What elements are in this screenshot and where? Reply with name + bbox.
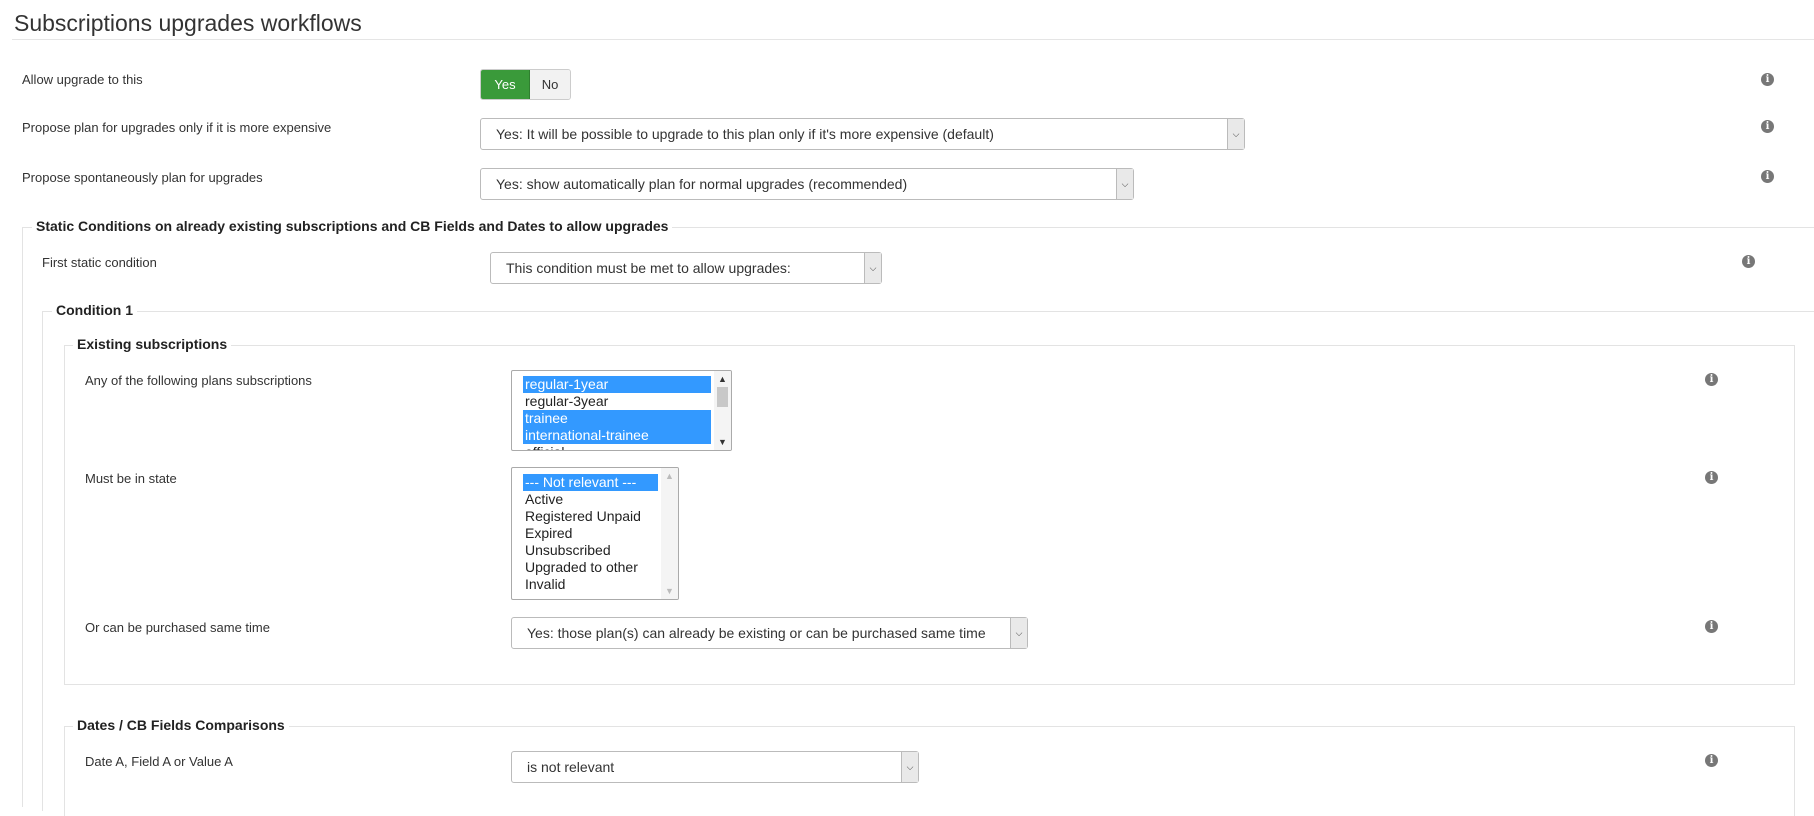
toggle-no-button[interactable]: No	[530, 70, 570, 99]
chevron-down-icon: ⌵	[901, 752, 918, 782]
propose-spontaneous-value: Yes: show automatically plan for normal …	[496, 176, 908, 192]
first-static-condition-label: First static condition	[42, 255, 157, 270]
propose-spontaneous-label: Propose spontaneously plan for upgrades	[22, 170, 263, 185]
info-icon[interactable]: i	[1761, 170, 1774, 183]
date-a-label: Date A, Field A or Value A	[85, 754, 233, 769]
date-a-value: is not relevant	[527, 759, 615, 775]
plans-scrollbar[interactable]: ▲ ▼	[714, 371, 731, 450]
chevron-down-icon: ⌵	[1227, 119, 1244, 149]
dates-comparisons-legend: Dates / CB Fields Comparisons	[73, 717, 289, 733]
info-icon[interactable]: i	[1705, 754, 1718, 767]
info-icon[interactable]: i	[1705, 373, 1718, 386]
listbox-option[interactable]: regular-1year	[523, 376, 711, 393]
listbox-option[interactable]: Active	[523, 491, 658, 508]
scroll-up-arrow: ▲	[665, 471, 674, 481]
chevron-down-icon: ⌵	[1116, 169, 1133, 199]
first-static-condition-select[interactable]: This condition must be met to allow upgr…	[490, 252, 882, 284]
listbox-option[interactable]: regular-3year	[523, 393, 711, 410]
chevron-down-icon: ⌵	[1010, 618, 1027, 648]
scroll-thumb[interactable]	[717, 387, 728, 407]
allow-upgrade-label: Allow upgrade to this	[22, 72, 143, 87]
listbox-option[interactable]: international-trainee	[523, 427, 711, 444]
plans-listbox[interactable]: regular-1year regular-3year trainee interna…	[511, 370, 732, 451]
allow-upgrade-toggle: Yes No	[480, 69, 571, 100]
purchase-same-time-label: Or can be purchased same time	[85, 620, 270, 635]
info-icon[interactable]: i	[1742, 255, 1755, 268]
existing-subscriptions-legend: Existing subscriptions	[73, 336, 232, 352]
listbox-option[interactable]: Invalid	[523, 576, 658, 593]
static-conditions-legend: Static Conditions on already existing su…	[32, 218, 673, 234]
info-icon[interactable]: i	[1761, 120, 1774, 133]
listbox-option[interactable]: Upgraded to other	[523, 559, 658, 576]
info-icon[interactable]: i	[1705, 471, 1718, 484]
listbox-option[interactable]: Registered Unpaid	[523, 508, 658, 525]
first-static-condition-value: This condition must be met to allow upgr…	[506, 260, 791, 276]
condition-1-legend: Condition 1	[52, 302, 137, 318]
listbox-option[interactable]: Expired	[523, 525, 658, 542]
listbox-option[interactable]: --- Not relevant ---	[523, 474, 658, 491]
state-scrollbar: ▲ ▼	[661, 468, 678, 599]
state-label: Must be in state	[85, 471, 177, 486]
purchase-same-time-select[interactable]: Yes: those plan(s) can already be existi…	[511, 617, 1028, 649]
scroll-down-arrow: ▼	[665, 586, 674, 596]
plans-label: Any of the following plans subscriptions	[85, 373, 312, 388]
scroll-up-arrow[interactable]: ▲	[714, 372, 731, 386]
date-a-select[interactable]: is not relevant ⌵	[511, 751, 919, 783]
info-icon[interactable]: i	[1705, 620, 1718, 633]
propose-expensive-value: Yes: It will be possible to upgrade to t…	[496, 126, 994, 142]
state-listbox[interactable]: --- Not relevant --- Active Registered Unp…	[511, 467, 679, 600]
listbox-option[interactable]: official	[523, 444, 711, 450]
propose-expensive-label: Propose plan for upgrades only if it is …	[22, 120, 332, 135]
info-icon[interactable]: i	[1761, 73, 1774, 86]
listbox-option[interactable]: trainee	[523, 410, 711, 427]
page-title: Subscriptions upgrades workflows	[14, 10, 362, 36]
scroll-down-arrow[interactable]: ▼	[714, 435, 731, 449]
purchase-same-time-value: Yes: those plan(s) can already be existi…	[527, 625, 986, 641]
propose-expensive-select[interactable]: Yes: It will be possible to upgrade to t…	[480, 118, 1245, 150]
toggle-yes-button[interactable]: Yes	[481, 70, 530, 99]
title-divider	[12, 39, 1814, 40]
listbox-option[interactable]: Unsubscribed	[523, 542, 658, 559]
propose-spontaneous-select[interactable]: Yes: show automatically plan for normal …	[480, 168, 1134, 200]
dates-comparisons-fieldset	[64, 726, 1795, 816]
chevron-down-icon: ⌵	[864, 253, 881, 283]
